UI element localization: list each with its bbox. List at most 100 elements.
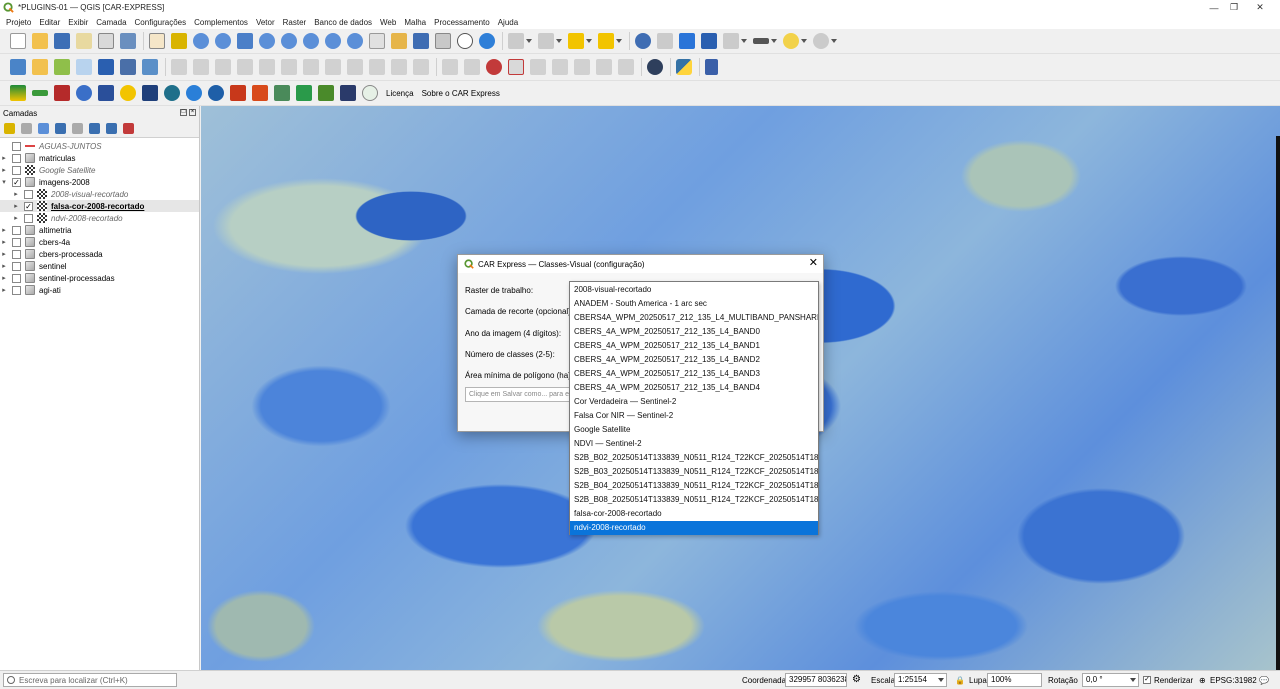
chevron-down-icon[interactable] <box>526 39 532 43</box>
delete-selected-icon[interactable] <box>303 59 319 75</box>
cut-features-icon[interactable] <box>325 59 341 75</box>
coordinate-field[interactable]: 329957 8036238 <box>785 673 847 687</box>
dropdown-option[interactable]: S2B_B02_20250514T133839_N0511_R124_T22KC… <box>570 451 818 465</box>
chevron-down-icon[interactable] <box>801 39 807 43</box>
style-manager-icon[interactable] <box>120 33 136 49</box>
dropdown-option[interactable]: CBERS_4A_WPM_20250517_212_135_L4_BAND3 <box>570 367 818 381</box>
crs-button[interactable]: EPSG:31982 <box>1210 676 1257 685</box>
rotate-label-icon[interactable] <box>552 59 568 75</box>
pan-to-selection-icon[interactable] <box>171 33 187 49</box>
chevron-down-icon[interactable] <box>771 39 777 43</box>
layer-row[interactable]: ▸ sentinel-processadas <box>0 272 199 284</box>
layer-visibility-checkbox[interactable] <box>12 285 21 295</box>
output-path-input[interactable]: Clique em Salvar como... para es <box>465 387 575 402</box>
select-by-value-icon[interactable] <box>568 33 584 49</box>
dropdown-option[interactable]: CBERS_4A_WPM_20250517_212_135_L4_BAND2 <box>570 353 818 367</box>
layer-row[interactable]: ▸ 2008-visual-recortado <box>0 188 199 200</box>
attribute-table-icon[interactable] <box>657 33 673 49</box>
print-layout-icon[interactable] <box>98 33 114 49</box>
vertex-tool-icon[interactable] <box>259 59 275 75</box>
menu-raster[interactable]: Raster <box>279 18 311 27</box>
expand-arrow-icon[interactable]: ▸ <box>0 250 8 258</box>
menu-configuracoes[interactable]: Configurações <box>131 18 191 27</box>
label-properties-icon[interactable] <box>618 59 634 75</box>
new-shapefile-icon[interactable] <box>54 59 70 75</box>
layer-row-selected[interactable]: ▸ ✓ falsa-cor-2008-recortado <box>0 200 199 212</box>
digitize-icon[interactable] <box>237 59 253 75</box>
render-checkbox[interactable]: ✓ <box>1143 676 1151 684</box>
zoom-full-icon[interactable] <box>237 33 253 49</box>
layer-visibility-checkbox[interactable] <box>12 141 21 151</box>
chevron-down-icon[interactable] <box>1130 678 1136 682</box>
dropdown-option[interactable]: NDVI — Sentinel-2 <box>570 437 818 451</box>
expand-arrow-icon[interactable]: ▸ <box>0 238 8 246</box>
close-window-button[interactable]: ✕ <box>1240 0 1280 15</box>
locator-search-input[interactable]: Escreva para localizar (Ctrl+K) <box>3 673 177 687</box>
move-label-icon[interactable] <box>530 59 546 75</box>
temporal-controller-icon[interactable] <box>457 33 473 49</box>
menu-web[interactable]: Web <box>376 18 400 27</box>
layer-visibility-checkbox[interactable] <box>24 213 33 223</box>
add-raster-icon[interactable] <box>120 59 136 75</box>
new-geopackage-layer-icon[interactable] <box>32 59 48 75</box>
menu-vetor[interactable]: Vetor <box>252 18 279 27</box>
close-panel-icon[interactable]: × <box>189 109 196 116</box>
remove-layer-icon[interactable] <box>123 123 134 134</box>
menu-editar[interactable]: Editar <box>35 18 64 27</box>
dropdown-option[interactable]: Google Satellite <box>570 423 818 437</box>
layer-visibility-checkbox[interactable] <box>12 249 21 259</box>
layer-visibility-checkbox[interactable] <box>12 273 21 283</box>
new-project-icon[interactable] <box>10 33 26 49</box>
layer-row[interactable]: ▾ ✓ imagens-2008 <box>0 176 199 188</box>
refresh-icon[interactable] <box>479 33 495 49</box>
zoom-selection-icon[interactable] <box>259 33 275 49</box>
menu-banco-de-dados[interactable]: Banco de dados <box>310 18 376 27</box>
menu-camada[interactable]: Camada <box>92 18 130 27</box>
layer-visibility-checkbox[interactable] <box>24 189 33 199</box>
style-layer-icon[interactable] <box>4 123 15 134</box>
q-plugin-icon[interactable] <box>186 85 202 101</box>
expand-arrow-icon[interactable]: ▸ <box>12 202 20 210</box>
layer-row[interactable]: ▸ cbers-4a <box>0 236 199 248</box>
sun-icon[interactable] <box>120 85 136 101</box>
image-icon[interactable] <box>274 85 290 101</box>
select-features-icon[interactable] <box>538 33 554 49</box>
menu-projeto[interactable]: Projeto <box>2 18 35 27</box>
zoom-native-icon[interactable] <box>303 33 319 49</box>
gear-icon[interactable] <box>679 33 695 49</box>
identify-select-icon[interactable] <box>508 33 524 49</box>
chevron-down-icon[interactable] <box>831 39 837 43</box>
save-as-icon[interactable] <box>76 33 92 49</box>
measure-ruler-icon[interactable] <box>753 38 769 44</box>
tree-icon[interactable] <box>296 85 312 101</box>
menu-ajuda[interactable]: Ajuda <box>494 18 522 27</box>
show-hide-labels-icon[interactable] <box>596 59 612 75</box>
expand-arrow-icon[interactable]: ▸ <box>0 154 8 162</box>
layer-row[interactable]: ▸ cbers-processada <box>0 248 199 260</box>
dropdown-option[interactable]: Falsa Cor NIR — Sentinel-2 <box>570 409 818 423</box>
lock-icon[interactable]: 🔒 <box>955 676 965 685</box>
float-panel-icon[interactable]: □ <box>180 109 187 116</box>
chevron-down-icon[interactable] <box>616 39 622 43</box>
expand-arrow-icon[interactable]: ▸ <box>0 166 8 174</box>
collapse-all-icon[interactable] <box>106 123 117 134</box>
expand-arrow-icon[interactable]: ▾ <box>0 178 8 186</box>
expand-arrow-icon[interactable]: ▸ <box>12 214 20 222</box>
filter-icon[interactable] <box>55 123 66 134</box>
layer-row[interactable]: ▸ altimetria <box>0 224 199 236</box>
zoom-last-icon[interactable] <box>325 33 341 49</box>
dropdown-option[interactable]: falsa-cor-2008-recortado <box>570 507 818 521</box>
new-3d-view-icon[interactable] <box>391 33 407 49</box>
dropdown-option[interactable]: CBERS_4A_WPM_20250517_212_135_L4_BAND4 <box>570 381 818 395</box>
globe-teal-icon[interactable] <box>164 85 180 101</box>
copy-features-icon[interactable] <box>347 59 363 75</box>
zoom-out-icon[interactable] <box>215 33 231 49</box>
new-map-view-icon[interactable] <box>369 33 385 49</box>
gear-blue-icon[interactable] <box>76 85 92 101</box>
identify-features-icon[interactable] <box>635 33 651 49</box>
layer-visibility-checkbox[interactable] <box>12 165 21 175</box>
map-tips-icon[interactable] <box>783 33 799 49</box>
layer-row[interactable]: ▸ Google Satellite <box>0 164 199 176</box>
expand-arrow-icon[interactable]: ▸ <box>12 190 20 198</box>
chevron-down-icon[interactable] <box>556 39 562 43</box>
